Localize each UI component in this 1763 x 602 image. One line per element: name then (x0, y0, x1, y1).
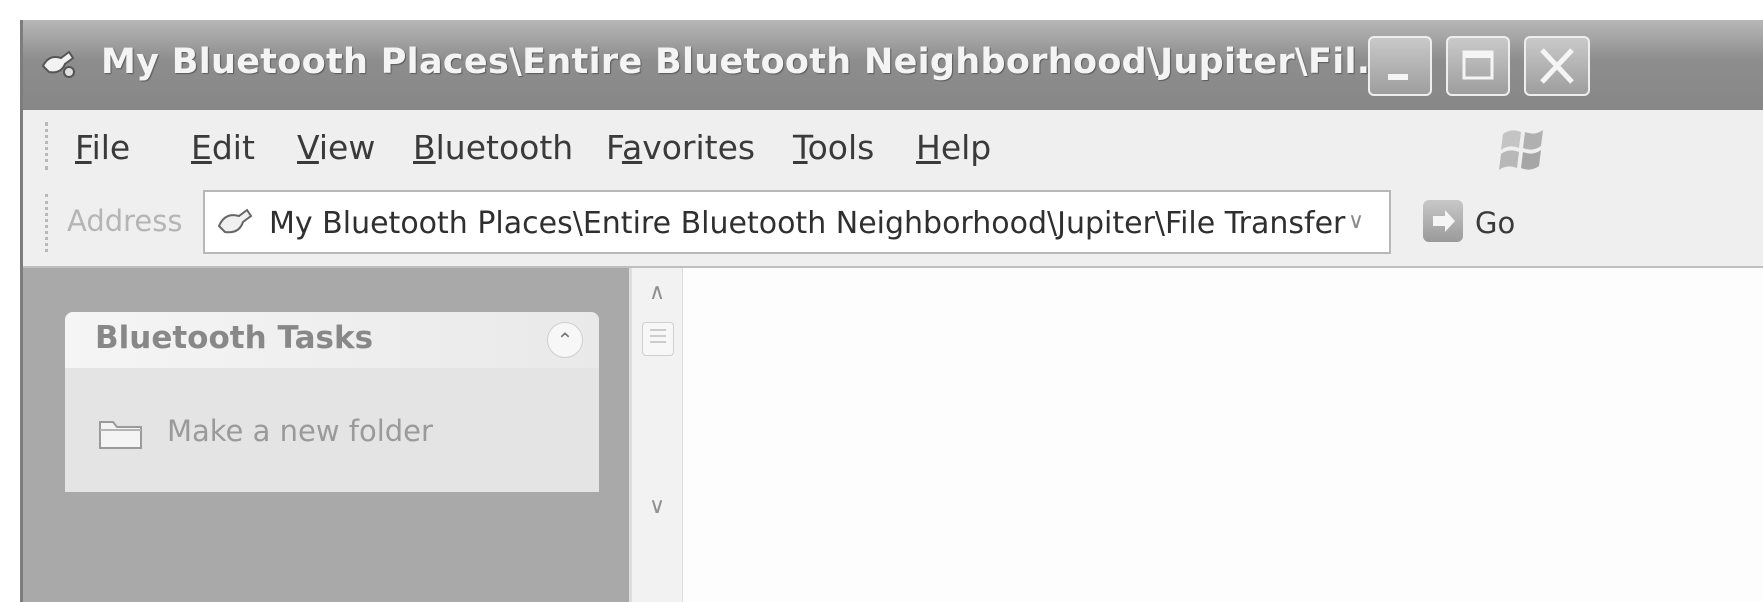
menu-tools[interactable]: Tools (793, 128, 874, 167)
task-pane: Bluetooth Tasks ⌃ Make a new folder (23, 268, 629, 602)
toolbar-grip[interactable] (45, 122, 52, 170)
close-button[interactable] (1524, 36, 1590, 96)
menu-bluetooth[interactable]: Bluetooth (413, 128, 573, 167)
title-bar[interactable]: My Bluetooth Places\Entire Bluetooth Nei… (23, 20, 1763, 110)
task-panel-header[interactable]: Bluetooth Tasks ⌃ (65, 312, 599, 368)
vertical-scrollbar[interactable]: ∧ ∨ (631, 268, 683, 602)
toolbar-grip[interactable] (45, 194, 52, 252)
arrow-right-icon (1433, 210, 1455, 232)
go-button[interactable] (1423, 200, 1463, 242)
window-title: My Bluetooth Places\Entire Bluetooth Nei… (101, 42, 1398, 82)
windows-logo-icon (1499, 130, 1543, 170)
close-icon (1540, 48, 1574, 84)
maximize-icon (1462, 50, 1494, 80)
file-list-area[interactable] (683, 268, 1763, 602)
address-value: My Bluetooth Places\Entire Bluetooth Nei… (269, 206, 1346, 241)
scroll-down-icon[interactable]: ∨ (642, 494, 672, 522)
menu-edit[interactable]: Edit (191, 128, 255, 167)
bluetooth-places-icon (217, 208, 253, 234)
menu-bar: File Edit View Bluetooth Favorites Tools… (23, 110, 1763, 183)
menu-favorites[interactable]: Favorites (606, 128, 755, 167)
go-label[interactable]: Go (1475, 206, 1515, 240)
task-panel-title: Bluetooth Tasks (95, 320, 374, 356)
bluetooth-places-icon (41, 50, 75, 78)
explorer-window: My Bluetooth Places\Entire Bluetooth Nei… (20, 20, 1763, 602)
menu-view[interactable]: View (297, 128, 375, 167)
make-new-folder-label: Make a new folder (167, 414, 433, 448)
menu-help[interactable]: Help (916, 128, 991, 167)
bluetooth-tasks-panel: Bluetooth Tasks ⌃ Make a new folder (65, 312, 599, 492)
minimize-icon (1388, 74, 1408, 80)
address-label: Address (67, 204, 183, 238)
address-field[interactable]: My Bluetooth Places\Entire Bluetooth Nei… (203, 190, 1391, 254)
address-bar: Address My Bluetooth Places\Entire Bluet… (23, 182, 1763, 268)
menu-file[interactable]: File (75, 128, 130, 167)
minimize-button[interactable] (1368, 36, 1432, 96)
chevron-down-icon[interactable]: ∨ (1340, 206, 1372, 238)
folder-icon (99, 421, 142, 449)
scroll-thumb[interactable] (642, 322, 674, 356)
collapse-icon[interactable]: ⌃ (547, 322, 583, 358)
scroll-up-icon[interactable]: ∧ (642, 280, 672, 308)
maximize-button[interactable] (1446, 36, 1510, 96)
